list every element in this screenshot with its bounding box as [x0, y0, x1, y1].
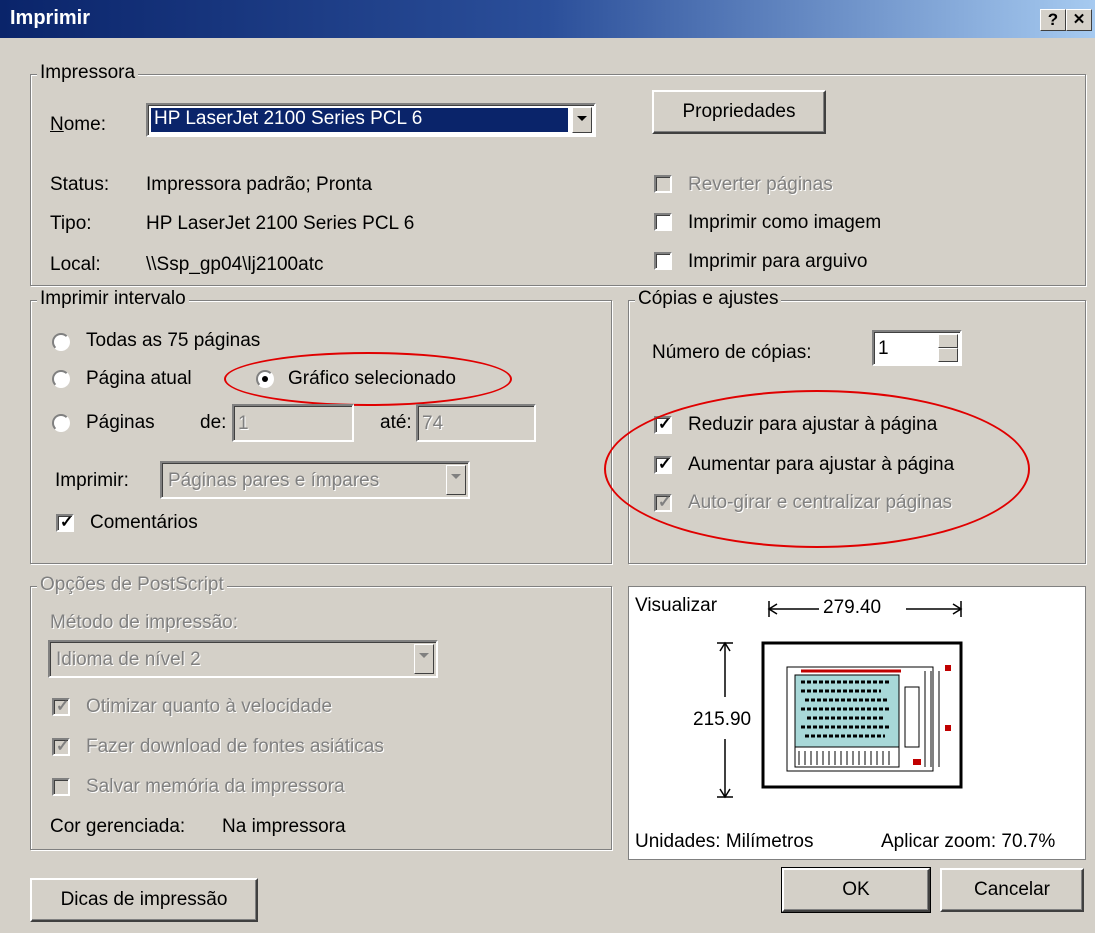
close-button[interactable]: ✕ [1066, 9, 1092, 31]
print-tips-label: Dicas de impressão [60, 889, 228, 910]
postscript-legend: Opções de PostScript [37, 574, 227, 596]
preview-zoom: Aplicar zoom: 70.7% [881, 831, 1056, 852]
print-subset-combo[interactable]: Páginas pares e ímpares [160, 461, 470, 499]
from-field[interactable]: 1 [232, 404, 354, 442]
print-subset-value: Páginas pares e ímpares [168, 470, 380, 491]
reverse-pages-checkbox[interactable] [654, 175, 672, 193]
printer-name-label: Nome: [50, 114, 106, 135]
download-fonts-checkbox[interactable]: ✓ [52, 738, 70, 756]
type-label: Tipo: [50, 213, 92, 234]
title-bar[interactable]: Imprimir ? ✕ [0, 0, 1095, 38]
ok-button[interactable]: OK [781, 867, 931, 913]
print-as-image-label: Imprimir como imagem [688, 212, 882, 233]
location-value: \\Ssp_gp04\lj2100atc [146, 254, 324, 275]
all-pages-radio[interactable] [52, 333, 70, 351]
to-value: 74 [422, 413, 444, 434]
type-value: HP LaserJet 2100 Series PCL 6 [146, 213, 415, 234]
preview-panel: Visualizar 279.40 215.90 Unidades: Milím… [628, 586, 1086, 860]
preview-units: Unidades: Milímetros [635, 831, 814, 852]
annotation-ellipse [224, 352, 512, 406]
from-label: de: [200, 412, 227, 433]
method-label: Método de impressão: [50, 612, 238, 633]
optimize-label: Otimizar quanto à velocidade [86, 696, 333, 717]
print-tips-button[interactable]: Dicas de impressão [30, 878, 258, 922]
save-memory-checkbox[interactable] [52, 778, 70, 796]
status-value: Impressora padrão; Pronta [146, 174, 373, 195]
optimize-checkbox[interactable]: ✓ [52, 698, 70, 716]
chevron-down-icon[interactable] [446, 465, 466, 495]
pages-label: Páginas [86, 412, 155, 433]
to-label: até: [380, 412, 412, 433]
print-as-image-checkbox[interactable] [654, 213, 672, 231]
pages-radio[interactable] [52, 414, 70, 432]
chevron-down-icon[interactable] [572, 107, 592, 133]
reverse-pages-label: Reverter páginas [688, 174, 833, 195]
dialog-title: Imprimir [10, 7, 91, 29]
color-label: Cor gerenciada: [50, 816, 186, 837]
cancel-label: Cancelar [973, 879, 1051, 900]
comments-checkbox[interactable]: ✓ [56, 514, 74, 532]
copies-label: Número de cópias: [652, 342, 812, 363]
properties-button-label: Propriedades [682, 101, 796, 122]
method-combo[interactable]: Idioma de nível 2 [48, 640, 438, 678]
print-subset-label: Imprimir: [55, 470, 129, 491]
color-value: Na impressora [222, 816, 346, 837]
ok-label: OK [842, 879, 870, 900]
to-field[interactable]: 74 [416, 404, 536, 442]
range-legend: Imprimir intervalo [37, 288, 189, 310]
cancel-button[interactable]: Cancelar [940, 868, 1084, 912]
from-value: 1 [238, 413, 249, 434]
method-value: Idioma de nível 2 [56, 649, 201, 670]
preview-width: 279.40 [823, 597, 882, 618]
location-label: Local: [50, 254, 101, 275]
current-page-label: Página atual [86, 368, 192, 389]
printer-name-combo[interactable]: HP LaserJet 2100 Series PCL 6 [146, 103, 596, 137]
spinner-down-icon[interactable] [938, 348, 958, 362]
download-fonts-label: Fazer download de fontes asiáticas [86, 736, 384, 757]
annotation-ellipse [604, 390, 1030, 548]
help-button[interactable]: ? [1040, 9, 1066, 31]
printer-legend: Impressora [37, 62, 139, 84]
comments-label: Comentários [90, 512, 198, 533]
print-to-file-checkbox[interactable] [654, 252, 672, 270]
properties-button[interactable]: Propriedades [652, 90, 826, 134]
copies-value: 1 [878, 338, 889, 359]
status-label: Status: [50, 174, 110, 195]
all-pages-label: Todas as 75 páginas [86, 330, 261, 351]
print-to-file-label: Imprimir para arguivo [688, 251, 868, 272]
printer-name-value: HP LaserJet 2100 Series PCL 6 [154, 108, 423, 129]
chevron-down-icon[interactable] [414, 644, 434, 674]
copies-legend: Cópias e ajustes [635, 288, 782, 310]
current-page-radio[interactable] [52, 370, 70, 388]
preview-height: 215.90 [693, 709, 752, 730]
spinner-up-icon[interactable] [938, 334, 958, 348]
save-memory-label: Salvar memória da impressora [86, 776, 345, 797]
copies-spinner[interactable]: 1 [872, 330, 962, 366]
print-dialog: Imprimir ? ✕ Impressora Nome: HP LaserJe… [0, 0, 1095, 933]
